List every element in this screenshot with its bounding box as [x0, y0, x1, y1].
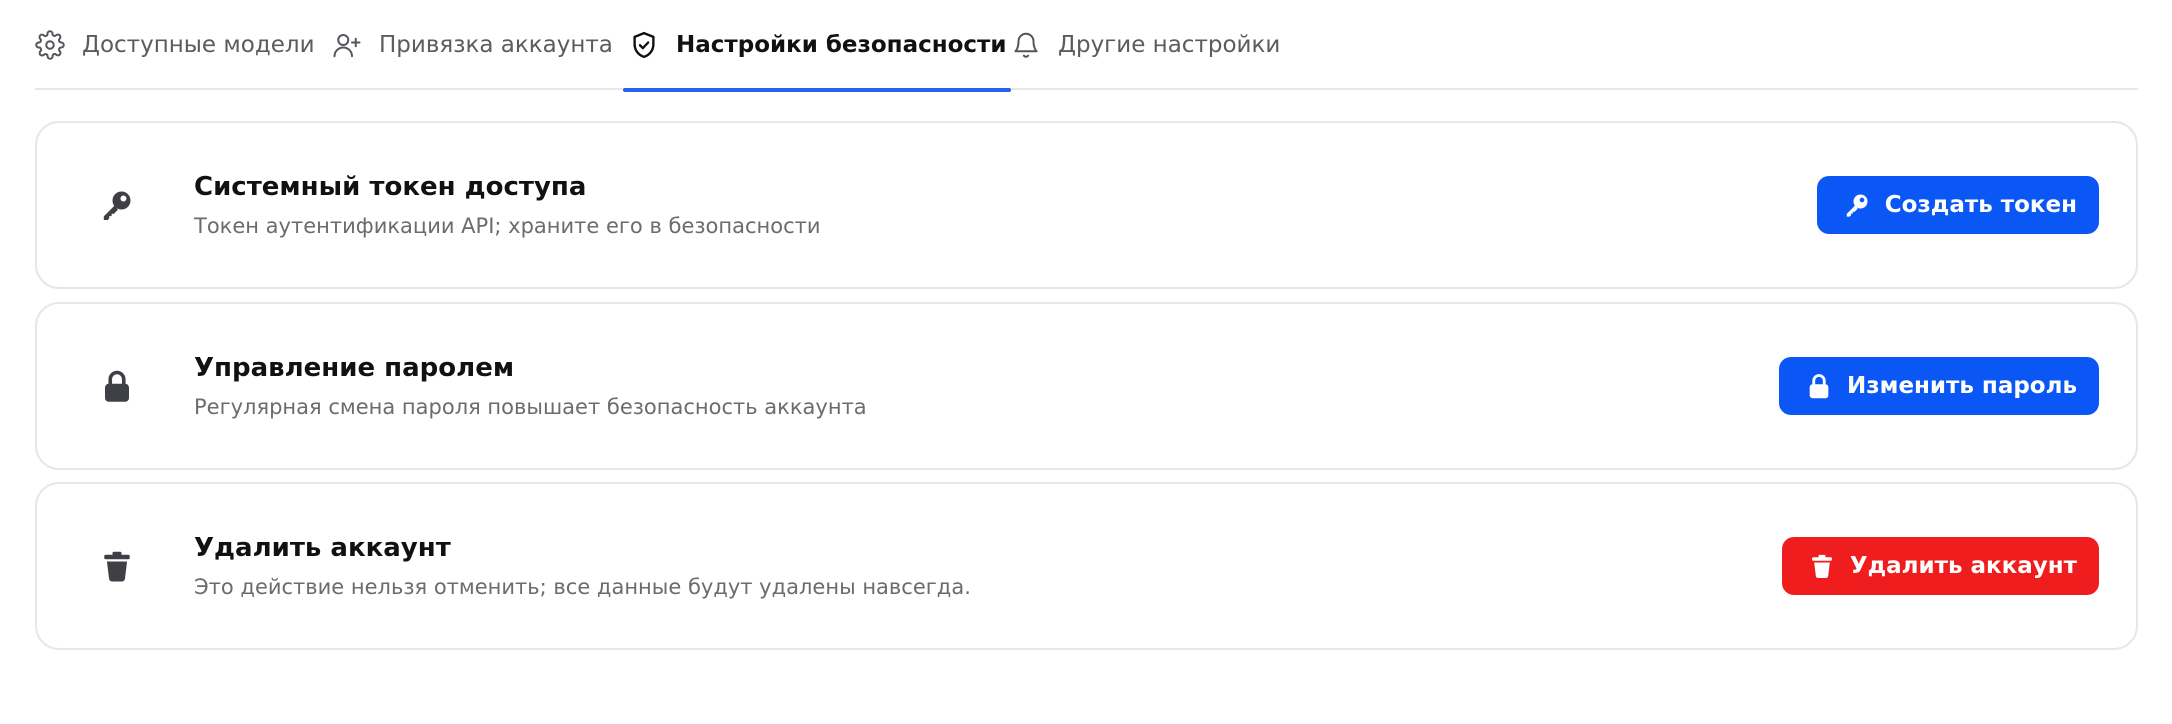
delete-account-card: Удалить аккаунт Это действие нельзя отме…	[35, 482, 2138, 650]
security-settings-page: Доступные модели Привязка аккаунта Настр…	[0, 0, 2172, 724]
trash-icon	[99, 548, 135, 584]
tab-label: Привязка аккаунта	[379, 32, 613, 58]
tab-available-models[interactable]: Доступные модели	[35, 0, 315, 90]
user-plus-icon	[332, 30, 362, 60]
card-text: Системный токен доступа Токен аутентифик…	[194, 171, 821, 239]
shield-check-icon	[629, 30, 659, 60]
trash-icon	[1808, 552, 1836, 580]
key-icon	[1843, 191, 1871, 219]
button-label: Создать токен	[1884, 192, 2077, 218]
card-text: Удалить аккаунт Это действие нельзя отме…	[194, 532, 971, 600]
tab-other-settings[interactable]: Другие настройки	[1011, 0, 1280, 90]
card-text: Управление паролем Регулярная смена паро…	[194, 352, 867, 420]
settings-tabs: Доступные модели Привязка аккаунта Настр…	[35, 0, 2138, 92]
card-description: Токен аутентификации API; храните его в …	[194, 214, 821, 238]
tab-account-linking[interactable]: Привязка аккаунта	[332, 0, 613, 90]
button-label: Изменить пароль	[1847, 373, 2077, 399]
card-description: Регулярная смена пароля повышает безопас…	[194, 395, 867, 419]
card-title: Удалить аккаунт	[194, 533, 451, 563]
lock-icon	[1805, 372, 1833, 400]
lock-icon	[99, 368, 135, 404]
tab-label: Доступные модели	[82, 32, 315, 58]
change-password-button[interactable]: Изменить пароль	[1779, 357, 2099, 415]
password-management-card: Управление паролем Регулярная смена паро…	[35, 302, 2138, 470]
card-title: Управление паролем	[194, 353, 515, 383]
card-title: Системный токен доступа	[194, 172, 587, 202]
button-label: Удалить аккаунт	[1849, 553, 2077, 579]
tab-security-settings[interactable]: Настройки безопасности	[623, 0, 1010, 92]
delete-account-button[interactable]: Удалить аккаунт	[1781, 537, 2099, 595]
system-token-card: Системный токен доступа Токен аутентифик…	[35, 121, 2138, 289]
gear-icon	[35, 30, 65, 60]
bell-icon	[1011, 30, 1041, 60]
create-token-button[interactable]: Создать токен	[1816, 176, 2099, 234]
card-description: Это действие нельзя отменить; все данные…	[194, 575, 971, 599]
tab-label: Другие настройки	[1058, 32, 1281, 58]
key-icon	[99, 187, 135, 223]
tab-label: Настройки безопасности	[676, 32, 1007, 58]
